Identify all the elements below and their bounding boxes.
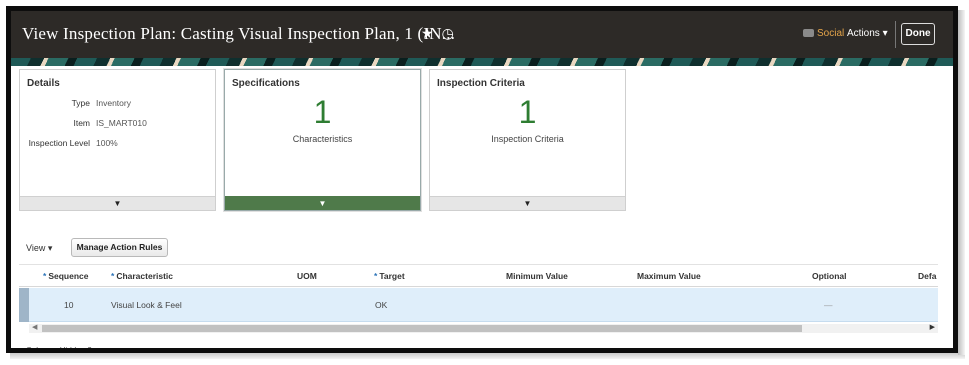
scrollbar-thumb[interactable]	[42, 325, 802, 332]
characteristics-label: Characteristics	[292, 134, 353, 144]
detail-row-inspection-level: Inspection Level 100%	[28, 138, 118, 148]
column-header-sequence[interactable]: * Sequence	[43, 271, 88, 281]
social-icon	[803, 29, 814, 37]
characteristics-count: 1	[313, 94, 332, 130]
criteria-count: 1	[518, 94, 537, 130]
header-icons: ★ ◷	[421, 25, 462, 42]
specifications-card[interactable]: Specifications 1 Characteristics ▼	[224, 69, 421, 211]
column-header-default[interactable]: Defa	[918, 271, 936, 281]
characteristics-table: * Sequence * Characteristic UOM * Target Mi…	[19, 264, 938, 336]
row-selector[interactable]	[19, 288, 29, 322]
horizontal-scrollbar[interactable]: ◀ ▶	[29, 324, 938, 333]
cell-target[interactable]: OK	[375, 300, 387, 310]
column-header-characteristic[interactable]: * Characteristic	[111, 271, 173, 281]
table-header: * Sequence * Characteristic UOM * Target Mi…	[19, 264, 938, 287]
app-window: View Inspection Plan: Casting Visual Ins…	[0, 0, 969, 365]
details-card-title: Details	[27, 78, 60, 89]
done-button[interactable]: Done	[901, 23, 935, 45]
refresh-icon[interactable]: ◷	[442, 25, 454, 41]
criteria-expand-toggle[interactable]: ▼	[430, 196, 625, 210]
actions-menu[interactable]: Actions ▾	[847, 28, 888, 39]
criteria-label: Inspection Criteria	[491, 134, 564, 144]
inspection-criteria-card[interactable]: Inspection Criteria 1 Inspection Criteri…	[429, 69, 626, 211]
column-header-optional[interactable]: Optional	[812, 271, 846, 281]
details-expand-toggle[interactable]: ▼	[20, 196, 215, 210]
scroll-right-icon[interactable]: ▶	[930, 323, 935, 331]
details-card[interactable]: Details Type Inventory Item IS_MART010 Ins…	[19, 69, 216, 211]
cell-characteristic[interactable]: Visual Look & Feel	[111, 300, 182, 310]
detail-row-type: Type Inventory	[71, 98, 131, 108]
header-divider	[895, 21, 896, 48]
cell-optional[interactable]: —	[824, 300, 833, 310]
detail-row-item: Item IS_MART010	[73, 118, 147, 128]
manage-action-rules-button[interactable]: Manage Action Rules	[71, 238, 168, 257]
social-link[interactable]: Social	[803, 28, 844, 39]
page-title: View Inspection Plan: Casting Visual Ins…	[22, 24, 456, 43]
scroll-left-icon[interactable]: ◀	[32, 323, 37, 331]
social-label: Social	[817, 28, 845, 39]
decorative-banner	[11, 58, 953, 66]
specifications-expand-toggle[interactable]: ▼	[225, 196, 420, 210]
column-header-uom[interactable]: UOM	[297, 271, 317, 281]
column-header-minimum-value[interactable]: Minimum Value	[506, 271, 568, 281]
page-header: View Inspection Plan: Casting Visual Ins…	[11, 11, 953, 58]
cell-sequence[interactable]: 10	[64, 300, 73, 310]
screenshot-shadow-right	[958, 10, 965, 355]
specifications-card-title: Specifications	[232, 78, 300, 89]
view-menu[interactable]: View ▾	[26, 243, 52, 254]
table-row[interactable]: 10 Visual Look & Feel OK —	[19, 288, 938, 322]
inspection-criteria-card-title: Inspection Criteria	[437, 78, 525, 89]
column-header-target[interactable]: * Target	[374, 271, 405, 281]
column-header-maximum-value[interactable]: Maximum Value	[637, 271, 701, 281]
screenshot-shadow-bottom	[10, 351, 965, 359]
star-icon[interactable]: ★	[421, 25, 434, 41]
